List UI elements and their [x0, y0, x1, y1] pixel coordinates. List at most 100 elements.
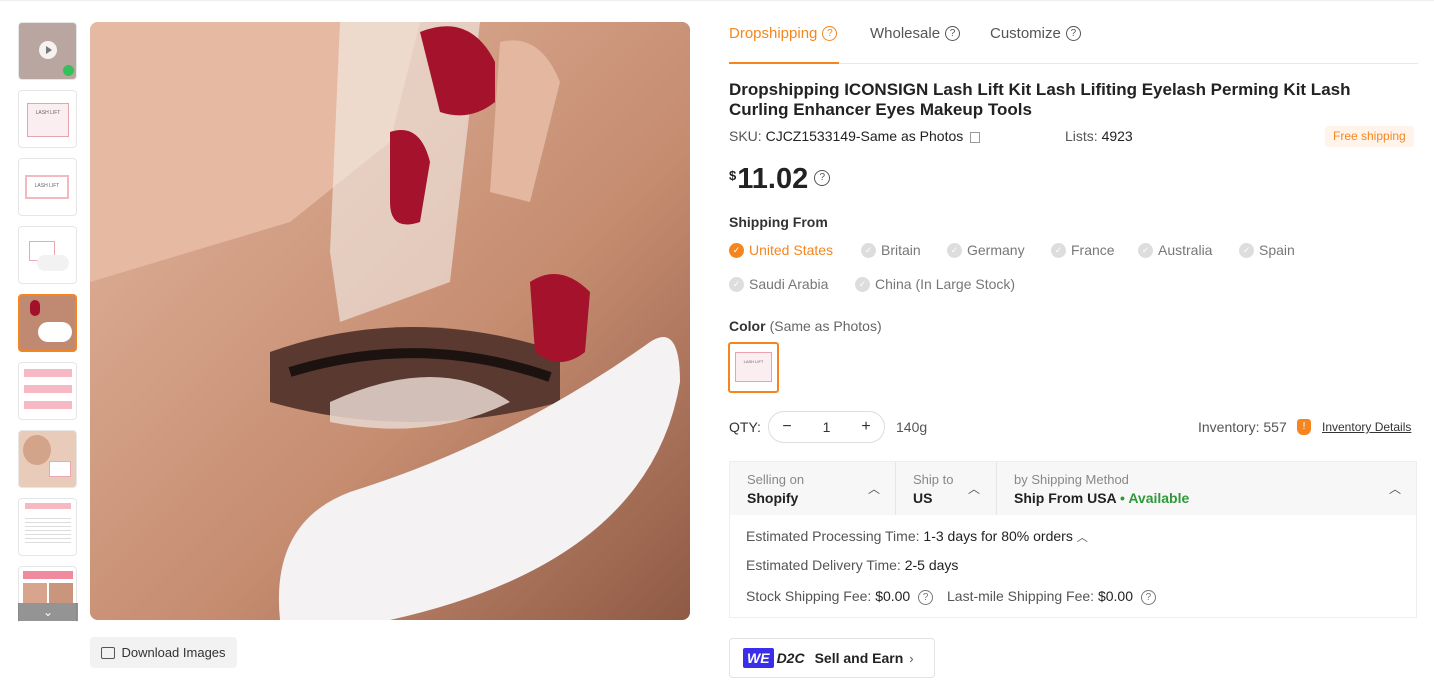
product-weight: 140g — [896, 419, 928, 435]
selling-on-selector[interactable]: Selling on Shopify ︿ — [730, 462, 896, 515]
option-label: France — [1071, 242, 1115, 258]
download-images-label: Download Images — [121, 645, 226, 660]
tab-customize[interactable]: Customize ? — [990, 22, 1081, 64]
help-icon[interactable]: ? — [814, 170, 831, 186]
product-box-image: LASH LIFT — [25, 175, 69, 199]
option-label: Britain — [881, 242, 921, 258]
option-label: Australia — [1158, 242, 1213, 258]
shipping-method-value: Ship From USA — [1014, 490, 1117, 506]
ship-from-united-states[interactable]: ✓ United States — [729, 242, 833, 258]
help-icon[interactable]: ? — [1140, 590, 1156, 606]
help-icon[interactable]: ? — [1065, 26, 1081, 41]
help-icon[interactable]: ? — [822, 26, 838, 41]
ship-from-china[interactable]: ✓ China (In Large Stock) — [855, 276, 1015, 292]
sell-and-earn-label: Sell and Earn — [814, 650, 904, 666]
delivery-label: Estimated Delivery Time: — [746, 557, 901, 573]
sell-and-earn-button[interactable]: WE D2C Sell and Earn › — [729, 638, 935, 678]
banner-image — [23, 571, 73, 579]
banner-image — [24, 385, 72, 393]
product-title: Dropshipping ICONSIGN Lash Lift Kit Lash… — [729, 80, 1351, 119]
lastmile-fee-value: $0.00 — [1097, 588, 1134, 604]
download-images-button[interactable]: Download Images — [90, 637, 237, 668]
chevron-up-icon: ︿ — [968, 482, 981, 496]
chevron-up-icon: ︿ — [868, 482, 881, 496]
check-icon: ✓ — [729, 276, 744, 292]
thumbnail-6[interactable] — [18, 362, 77, 420]
decrement-button[interactable]: − — [769, 418, 805, 436]
pad-image — [38, 322, 72, 342]
tab-label: Dropshipping — [729, 25, 818, 42]
sku-row: SKU: CJCZ1533149-Same as Photos — [729, 128, 981, 144]
check-icon: ✓ — [861, 242, 876, 258]
thumbnail-5-active[interactable] — [18, 294, 77, 352]
check-icon: ✓ — [1239, 242, 1254, 258]
banner-image — [25, 503, 71, 509]
whatsapp-icon — [63, 65, 74, 76]
thumbnail-video[interactable] — [18, 22, 77, 80]
inventory-details-link[interactable]: Inventory Details — [1322, 420, 1411, 434]
copy-icon[interactable] — [970, 131, 981, 143]
option-label: United States — [749, 242, 834, 258]
inventory-value: 557 — [1263, 419, 1287, 435]
ship-from-spain[interactable]: ✓ Spain — [1239, 242, 1295, 258]
quantity-stepper[interactable]: − 1 + — [768, 411, 885, 443]
tab-label: Customize — [990, 25, 1061, 42]
tab-wholesale[interactable]: Wholesale ? — [870, 22, 961, 64]
delivery-value: 2-5 days — [904, 557, 959, 573]
top-divider — [0, 0, 1434, 1]
banner-image — [24, 401, 72, 409]
tab-dropshipping[interactable]: Dropshipping ? — [729, 22, 839, 64]
ship-from-britain[interactable]: ✓ Britain — [861, 242, 921, 258]
check-icon: ✓ — [947, 242, 962, 258]
lash-lift-photo — [90, 22, 690, 620]
shipping-from-label: Shipping From — [729, 214, 828, 230]
main-product-image[interactable] — [90, 22, 690, 620]
qty-label: QTY: — [729, 419, 761, 435]
price: $ 11.02 ? — [729, 160, 831, 198]
text-image — [25, 515, 71, 545]
shipping-selectors: Selling on Shopify ︿ Ship to US ︿ by Shi… — [730, 462, 1416, 515]
product-box-image: LASH LIFT — [27, 103, 69, 137]
option-label: Saudi Arabia — [749, 276, 829, 292]
quantity-input[interactable]: 1 — [805, 419, 848, 435]
lists-row: Lists: 4923 — [1065, 128, 1133, 144]
ship-to-value: US — [913, 490, 933, 506]
ship-from-saudi-arabia[interactable]: ✓ Saudi Arabia — [729, 276, 828, 292]
check-icon: ✓ — [729, 242, 744, 258]
chevron-right-icon: › — [909, 650, 914, 666]
thumbnail-strip[interactable]: LASH LIFT LASH LIFT — [18, 22, 78, 622]
image-icon — [101, 646, 116, 659]
thumbnail-3[interactable]: LASH LIFT — [18, 158, 77, 216]
color-swatch-selected[interactable]: LASH LIFT — [728, 342, 779, 393]
ship-to-selector[interactable]: Ship to US ︿ — [896, 462, 997, 515]
last-mile-shipping-fee: Last-mile Shipping Fee: $0.00 ? — [947, 588, 1156, 606]
banner-image — [24, 369, 72, 377]
product-box-image: LASH LIFT — [735, 352, 772, 382]
sku-label: SKU: — [729, 128, 762, 144]
color-label: Color (Same as Photos) — [729, 318, 882, 334]
increment-button[interactable]: + — [848, 418, 884, 436]
inventory-icon: ! — [1297, 419, 1311, 435]
help-icon[interactable]: ? — [918, 590, 934, 606]
thumbnail-2[interactable]: LASH LIFT — [18, 90, 77, 148]
free-shipping-badge: Free shipping — [1325, 126, 1414, 147]
chevron-down-icon[interactable]: ⌄ — [18, 603, 78, 621]
inventory-label: Inventory: — [1198, 419, 1260, 435]
we-badge: WE — [743, 648, 774, 668]
thumbnail-7[interactable] — [18, 430, 77, 488]
help-icon[interactable]: ? — [945, 26, 961, 41]
ship-from-germany[interactable]: ✓ Germany — [947, 242, 1025, 258]
check-icon: ✓ — [1051, 242, 1066, 258]
thumbnail-4[interactable] — [18, 226, 77, 284]
nail-image — [30, 300, 40, 316]
thumbnail-8[interactable] — [18, 498, 77, 556]
ship-from-france[interactable]: ✓ France — [1051, 242, 1115, 258]
sku-value: CJCZ1533149-Same as Photos — [765, 128, 964, 144]
ship-from-australia[interactable]: ✓ Australia — [1138, 242, 1212, 258]
purchase-mode-tabs: Dropshipping ? Wholesale ? Customize ? — [729, 22, 1418, 64]
processing-time: Estimated Processing Time: 1-3 days for … — [746, 528, 1088, 545]
stock-shipping-fee: Stock Shipping Fee: $0.00 ? — [746, 588, 934, 606]
shipping-method-selector[interactable]: by Shipping Method Ship From USA • Avail… — [997, 462, 1416, 515]
chevron-up-icon[interactable]: ︿ — [1077, 532, 1088, 544]
lists-value: 4923 — [1101, 128, 1133, 144]
